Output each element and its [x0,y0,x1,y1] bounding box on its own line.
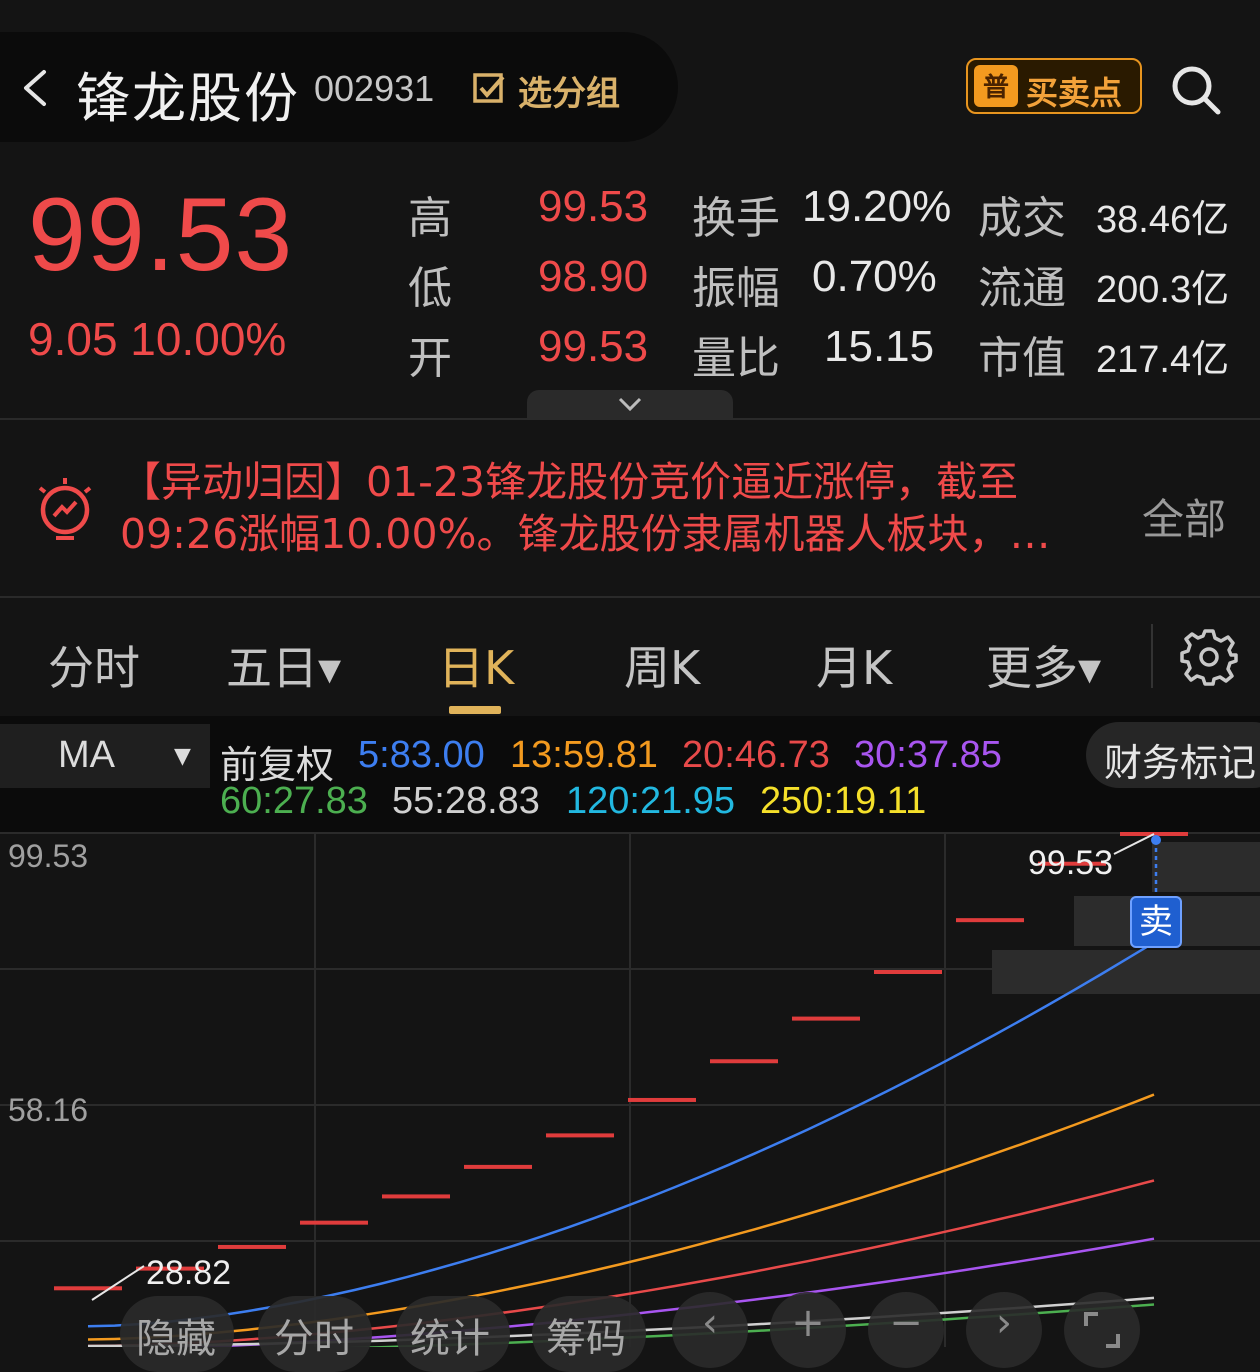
finance-marker-label: 财务标记 [1104,741,1257,785]
float-value: 200.3亿 [1096,269,1230,311]
low-label: 低 [408,263,452,314]
tab-separator [1151,624,1153,688]
tab-five-day[interactable]: 五日▾ [226,632,341,698]
back-arrow-icon[interactable] [14,66,58,110]
volume-ratio-value: 15.15 [824,322,935,371]
ma-value: 5:83.00 [358,734,485,776]
turnover-label: 换手 [692,193,780,244]
turnover-value: 19.20% [802,182,952,231]
intraday-label: 分时 [274,1316,354,1362]
high-label: 高 [408,193,452,244]
select-group-button[interactable]: 选分组 [518,66,620,115]
expand-quote-button[interactable] [527,390,733,420]
checkbox-edit-icon[interactable] [472,72,506,106]
last-price: 99.53 [28,177,294,293]
low-marker-label: 28.82 [146,1254,232,1292]
candle [628,1097,696,1102]
candle [546,1133,614,1138]
low-value: 98.90 [538,252,649,301]
float-label: 流通 [978,263,1066,314]
trade-points-button[interactable]: 普 买卖点 [966,58,1142,114]
plus-icon: + [791,1300,825,1346]
tab-weekly-k[interactable]: 周K [624,632,700,698]
stock-name: 锋龙股份 [76,67,300,130]
divider [0,418,1260,420]
ma-value: 30:37.85 [854,734,1002,776]
candle [874,969,942,974]
divider [0,596,1260,598]
candle [792,1016,860,1021]
chevron-right-icon: › [996,1300,1012,1346]
high-marker-label: 99.53 [1028,844,1114,882]
mktcap-label: 市值 [978,333,1066,384]
chips-label: 筹码 [546,1316,626,1362]
news-line-1: 【异动归因】01-23锋龙股份竞价逼近涨停，截至 [120,458,1019,506]
tab-more[interactable]: 更多▾ [986,632,1101,698]
open-label: 开 [408,333,452,384]
amplitude-label: 振幅 [692,263,780,314]
minus-icon: − [889,1300,923,1346]
open-value: 99.53 [538,322,649,371]
trade-points-label: 买卖点 [1026,74,1123,112]
news-all-button[interactable]: 全部 [1142,486,1226,547]
news-attribution[interactable]: 【异动归因】01-23锋龙股份竞价逼近涨停，截至 09:26涨幅10.00%。锋… [120,456,1110,560]
stock-code: 002931 [314,68,435,109]
ma-value: 13:59.81 [510,734,658,776]
deal-label: 成交 [978,193,1066,244]
candle [956,918,1024,923]
ma-lines [87,941,1155,1347]
search-icon[interactable] [1168,62,1222,116]
y-axis-top-label: 99.53 [8,838,89,874]
high-value: 99.53 [538,182,649,231]
sell-marker-dot [1151,835,1161,845]
sell-signal-badge[interactable]: 卖 [1130,896,1182,948]
fullscreen-icon [1084,1312,1120,1348]
ma-value: 60:27.83 [220,780,368,822]
tab-daily-k[interactable]: 日K [438,632,514,698]
news-line-2: 09:26涨幅10.00%。锋龙股份隶属机器人板块，… [120,510,1051,558]
deal-value: 38.46亿 [1096,199,1230,241]
ma-value: 55:28.83 [392,780,540,822]
y-axis-mid-label: 58.16 [8,1092,89,1128]
candle [710,1059,778,1064]
candle [218,1244,286,1249]
high-marker-line [1113,833,1155,855]
chevron-left-icon: ‹ [702,1300,718,1346]
hide-label: 隐藏 [136,1316,216,1362]
trade-badge-icon: 普 [974,65,1018,107]
gear-icon[interactable] [1180,628,1238,686]
low-marker-line [91,1265,145,1301]
stats-label: 统计 [410,1316,490,1362]
tab-intraday[interactable]: 分时 [48,632,140,698]
ma-value: 120:21.95 [566,780,736,822]
ma-value: 250:19.11 [760,780,927,822]
chevron-down-icon [618,397,642,412]
candle [300,1220,368,1225]
limit-up-candles [54,832,1188,1291]
ma-line-5 [87,941,1155,1328]
amplitude-value: 0.70% [812,252,937,301]
ma-selector-label: MA [58,734,115,776]
tab-monthly-k[interactable]: 月K [816,632,892,698]
volume-ratio-label: 量比 [692,333,780,384]
price-change: 9.05 10.00% [28,313,287,365]
candle [464,1164,532,1169]
active-tab-indicator [449,706,501,714]
alert-bulb-icon [38,478,92,540]
ma-value: 20:46.73 [682,734,830,776]
mktcap-value: 217.4亿 [1096,339,1230,381]
candle [382,1194,450,1199]
caret-down-icon: ▼ [174,744,191,769]
